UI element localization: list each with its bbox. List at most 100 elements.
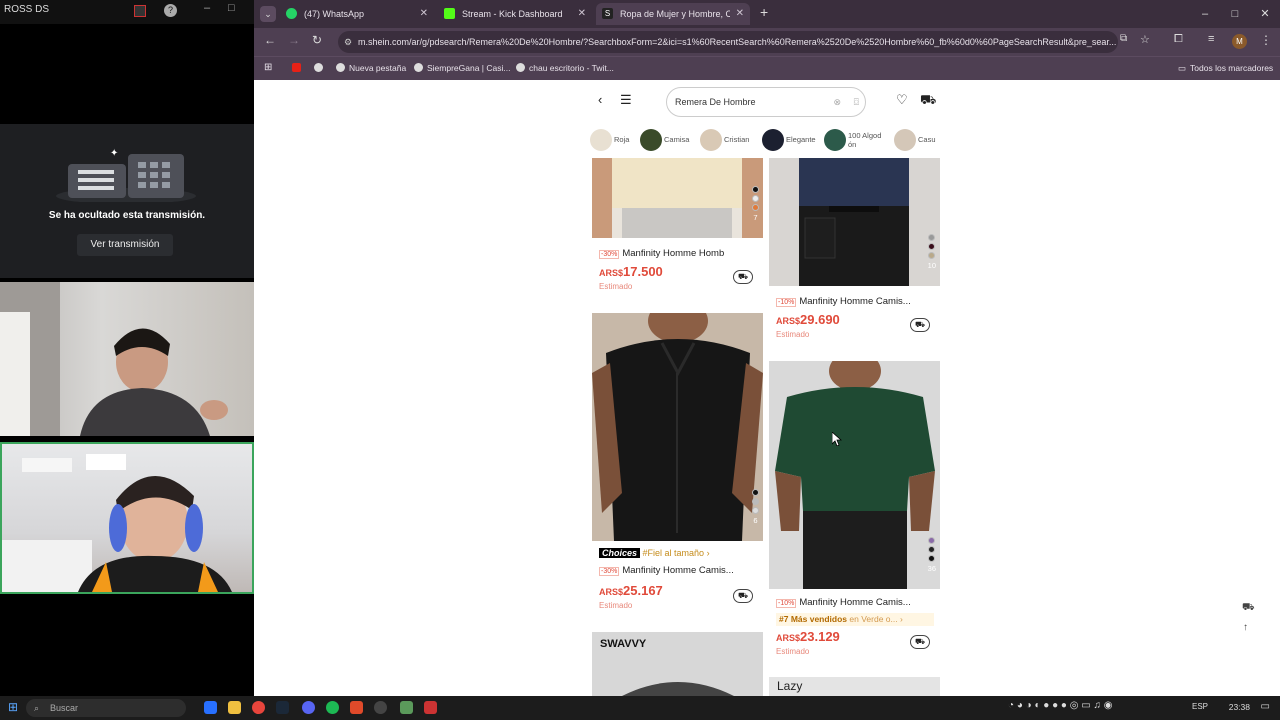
menu-icon[interactable]: ⋮ — [1260, 33, 1272, 47]
back-arrow-icon[interactable]: ‹ — [598, 92, 602, 107]
product-card[interactable]: 6 Choices #Fiel al tamaño › -30% Manfinit… — [592, 313, 763, 627]
close-icon[interactable]: ✕ — [578, 3, 586, 25]
help-icon[interactable]: ? — [164, 4, 177, 17]
swatch[interactable] — [752, 186, 759, 193]
chip-cristian[interactable]: Cristian — [700, 129, 749, 151]
choices-tag[interactable]: #Fiel al tamaño › — [643, 548, 710, 558]
chip-elegante[interactable]: Elegante — [762, 129, 816, 151]
bestseller-badge[interactable]: #7 Más vendidos en Verde o... › — [776, 613, 934, 626]
minimize-icon[interactable]: – — [204, 2, 210, 14]
file-explorer-icon[interactable] — [228, 701, 241, 714]
discord-icon[interactable] — [302, 701, 315, 714]
minimize-icon[interactable]: – — [1190, 0, 1220, 28]
camera-icon[interactable]: ⌼ — [854, 88, 859, 116]
add-to-cart-button[interactable]: ⛟ — [733, 589, 753, 603]
obs-icon[interactable] — [374, 701, 387, 714]
product-title-row[interactable]: -30% Manfinity Homme Camis... — [599, 565, 749, 576]
all-bookmarks[interactable]: ▭ Todos los marcadores — [1178, 62, 1273, 74]
watch-stream-button[interactable]: Ver transmisión — [77, 234, 173, 256]
app-icon[interactable] — [424, 701, 437, 714]
swatch[interactable] — [928, 234, 936, 241]
clear-icon[interactable]: ⊗ — [833, 88, 841, 116]
media-icon[interactable]: ≡ — [1208, 33, 1214, 45]
copilot-icon[interactable] — [204, 701, 217, 714]
bookmark-star-icon[interactable]: ☆ — [1140, 33, 1150, 46]
taskbar-clock[interactable]: 23:38 — [1229, 702, 1250, 712]
windows-start-icon[interactable]: ⊞ — [8, 700, 18, 714]
spotify-icon[interactable] — [326, 701, 339, 714]
extensions-icon[interactable]: ⧠ — [1174, 33, 1183, 46]
steam-icon[interactable] — [276, 701, 289, 714]
chip-algodon[interactable]: 100 Algod ón — [824, 129, 884, 151]
site-info-icon[interactable]: ⚙ — [344, 31, 352, 53]
youtube-bookmark[interactable] — [292, 62, 305, 74]
floating-cart-icon[interactable]: ⛟ — [1242, 602, 1255, 615]
swatch[interactable] — [928, 252, 936, 259]
heart-icon[interactable]: ♡ — [896, 92, 908, 108]
back-to-top-icon[interactable]: ↑ — [1243, 622, 1248, 633]
chrome-icon[interactable] — [252, 701, 265, 714]
new-tab-button[interactable]: + — [760, 4, 768, 20]
chip-roja[interactable]: Roja — [590, 129, 629, 151]
reload-icon[interactable]: ↻ — [312, 33, 322, 47]
swatch[interactable] — [752, 195, 759, 202]
color-swatches[interactable]: 7 — [752, 186, 759, 222]
product-card[interactable]: 10 -10% Manfinity Homme Camis... ARS$29.6… — [769, 158, 940, 348]
add-to-cart-button[interactable]: ⛟ — [910, 635, 930, 649]
app-icon[interactable] — [350, 701, 363, 714]
hamburger-menu-icon[interactable]: ☰ — [620, 92, 632, 108]
back-icon[interactable]: ← — [264, 33, 276, 47]
webcam-tile-2[interactable] — [0, 442, 254, 594]
search-input[interactable]: Remera De Hombre ⊗ ⌼ — [666, 87, 866, 117]
color-swatches[interactable]: 36 — [928, 537, 936, 573]
url-field[interactable]: ⚙ m.shein.com/ar/g/pdsearch/Remera%20De%… — [338, 31, 1118, 53]
color-swatches[interactable]: 10 — [928, 234, 936, 270]
product-card[interactable]: Lazy — [769, 677, 940, 696]
bookmark-siempregana[interactable]: SiempreGana | Casi... — [414, 62, 510, 74]
cart-icon[interactable]: ⛟ — [920, 92, 936, 110]
notification-icon[interactable]: ▭ — [1261, 701, 1270, 712]
close-icon[interactable]: ✕ — [736, 3, 744, 25]
close-icon[interactable]: ✕ — [420, 3, 428, 25]
maximize-icon[interactable]: □ — [228, 2, 235, 14]
maximize-icon[interactable]: □ — [1220, 0, 1250, 28]
swatch[interactable] — [752, 507, 759, 514]
profile-avatar[interactable]: M — [1232, 34, 1247, 49]
language-indicator[interactable]: ESP — [1192, 702, 1208, 711]
app-icon[interactable] — [400, 701, 413, 714]
swatch[interactable] — [928, 555, 936, 562]
forward-icon[interactable]: → — [288, 33, 300, 47]
tab-whatsapp[interactable]: (47) WhatsApp ✕ — [280, 3, 434, 25]
product-title-row[interactable]: -10% Manfinity Homme Camis... — [776, 597, 926, 608]
tab-shein[interactable]: S Ropa de Mujer y Hombre, Con ✕ — [596, 3, 750, 25]
webcam-tile-1[interactable] — [0, 282, 254, 436]
color-swatches[interactable]: 6 — [752, 489, 759, 525]
product-card[interactable]: 36 -10% Manfinity Homme Camis... #7 Más v… — [769, 361, 940, 661]
add-to-cart-button[interactable]: ⛟ — [910, 318, 930, 332]
price-value: 23.129 — [800, 629, 840, 644]
add-to-cart-button[interactable]: ⛟ — [733, 270, 753, 284]
chip-casual[interactable]: Casu — [894, 129, 936, 151]
product-card[interactable]: SWAVVY — [592, 632, 763, 696]
apps-icon[interactable]: ⊞ — [264, 62, 272, 74]
bookmark-twitch[interactable]: chau escritorio - Twit... — [516, 62, 614, 74]
record-icon[interactable] — [134, 5, 146, 17]
tab-kick[interactable]: Stream - Kick Dashboard ✕ — [438, 3, 592, 25]
install-icon[interactable]: ⧉ — [1120, 33, 1127, 44]
swatch[interactable] — [928, 537, 936, 544]
swatch[interactable] — [752, 498, 759, 505]
bookmark-new-tab[interactable]: Nueva pestaña — [336, 62, 406, 74]
swatch[interactable] — [752, 489, 759, 496]
system-tray-icons[interactable]: ◔ ◕ ◑ ◐ ● ● ● ◎ ▭ ♫ ◉ — [1008, 700, 1112, 711]
product-card[interactable]: 7 -30% Manfinity Homme Homb ARS$17.500 Es… — [592, 158, 763, 308]
swatch[interactable] — [752, 204, 759, 211]
product-title-row[interactable]: -10% Manfinity Homme Camis... — [776, 296, 926, 307]
close-window-icon[interactable]: ✕ — [1250, 0, 1280, 28]
swatch[interactable] — [928, 243, 936, 250]
swatch[interactable] — [928, 546, 936, 553]
taskbar-search-input[interactable]: ⌕ Buscar — [26, 699, 186, 717]
chip-camisa[interactable]: Camisa — [640, 129, 689, 151]
chrome-bookmark[interactable] — [314, 62, 327, 74]
product-title-row[interactable]: -30% Manfinity Homme Homb — [599, 248, 749, 259]
tab-search-icon[interactable]: ⌄ — [260, 6, 276, 22]
